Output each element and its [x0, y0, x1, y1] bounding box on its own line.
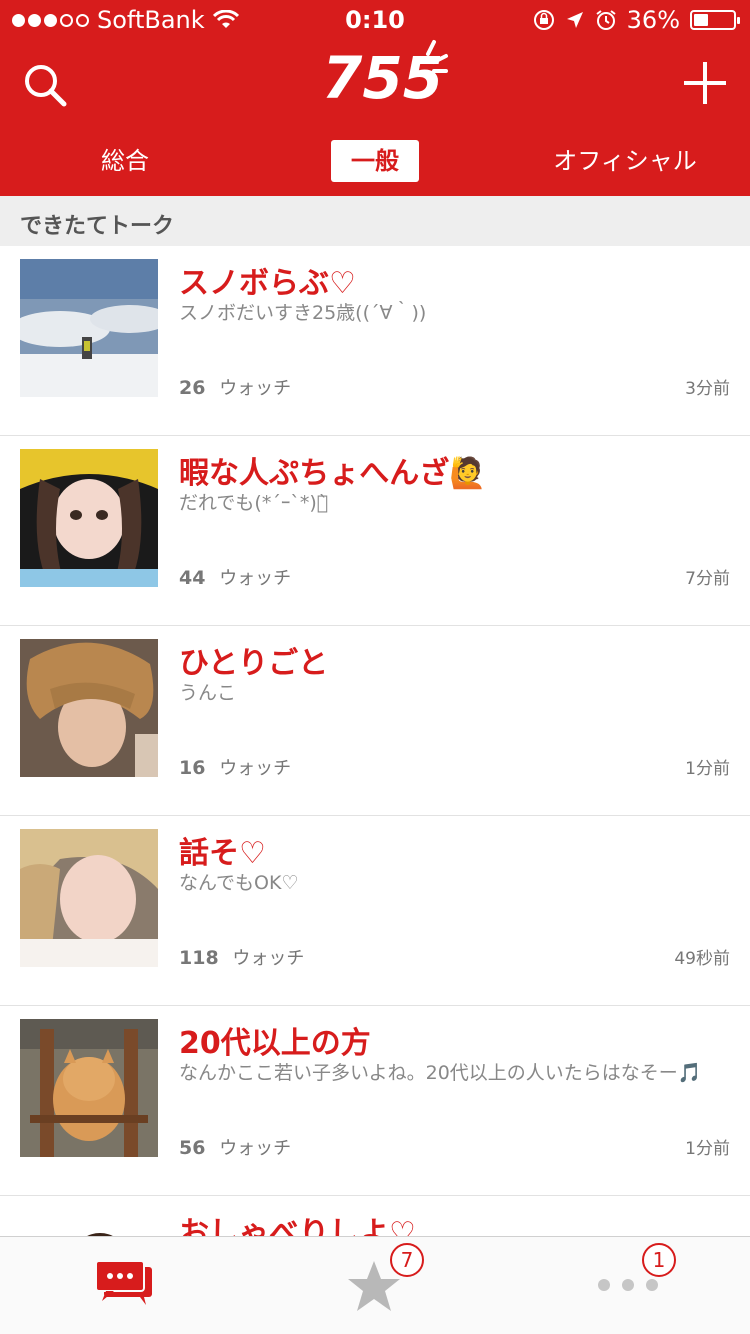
watch-count: 26 ウォッチ [179, 374, 291, 400]
more-dots-icon [598, 1279, 658, 1291]
talk-description: スノボだいすき25歳((´∀｀)) [179, 302, 427, 324]
talk-thumbnail [20, 449, 158, 587]
talk-title: 暇な人ぷちょへんざ🙋 [179, 456, 487, 491]
rotation-lock-icon [533, 10, 554, 30]
talk-timestamp: 7分前 [685, 569, 730, 589]
talk-thumbnail [20, 259, 158, 397]
watch-count: 16 ウォッチ [179, 754, 291, 780]
watch-label: ウォッチ [219, 1138, 292, 1159]
watch-label: ウォッチ [232, 948, 305, 969]
tab-favorites[interactable]: 7 [320, 1237, 430, 1334]
watch-count: 44 ウォッチ [179, 564, 291, 590]
watch-label: ウォッチ [219, 378, 292, 399]
watch-label: ウォッチ [219, 758, 292, 779]
category-tabs: 総合 一般 オフィシャル [0, 140, 750, 184]
talk-description: だれでも(*´ｰ`*)ง̀ [179, 492, 329, 514]
talk-title: スノボらぶ♡ [179, 266, 356, 301]
talk-title: 話そ♡ [179, 836, 266, 871]
watch-number: 26 [179, 377, 206, 399]
talk-title: 20代以上の方 [179, 1026, 371, 1061]
status-bar: SoftBank 0:10 36% [0, 0, 750, 40]
tab-official[interactable]: オフィシャル [540, 140, 710, 182]
app-header: SoftBank 0:10 36% 755 総合 一般 オフィシャル [0, 0, 750, 196]
talk-thumbnail [20, 639, 158, 777]
talk-timestamp: 1分前 [685, 1139, 730, 1159]
talk-row[interactable]: 話そ♡ なんでもOK♡ 118 ウォッチ 49秒前 [0, 816, 750, 1006]
battery-fill [694, 14, 708, 26]
talk-title: おしゃべりしよ♡ [179, 1216, 416, 1236]
watch-number: 44 [179, 567, 206, 589]
talk-timestamp: 3分前 [685, 379, 730, 399]
talk-row[interactable]: おしゃべりしよ♡ [0, 1196, 750, 1236]
talk-description: うんこ [179, 682, 237, 704]
app-logo: 755 [322, 38, 452, 114]
talk-timestamp: 1分前 [685, 759, 730, 779]
more-badge: 1 [642, 1243, 676, 1277]
tab-talks[interactable] [80, 1237, 180, 1334]
tab-general[interactable]: 一般 [331, 140, 419, 182]
watch-number: 118 [179, 947, 219, 969]
talk-description: なんでもOK♡ [179, 872, 299, 894]
talk-row[interactable]: スノボらぶ♡ スノボだいすき25歳((´∀｀)) 26 ウォッチ 3分前 [0, 246, 750, 436]
talk-thumbnail [20, 829, 158, 967]
section-header: できたてトーク [0, 196, 750, 246]
watch-number: 56 [179, 1137, 206, 1159]
talk-title: ひとりごと [179, 646, 329, 681]
talk-list[interactable]: スノボらぶ♡ スノボだいすき25歳((´∀｀)) 26 ウォッチ 3分前 暇な人… [0, 246, 750, 1236]
alarm-icon [596, 10, 616, 30]
logo-sparkle-icon [426, 40, 448, 73]
add-talk-button[interactable] [684, 62, 726, 104]
talk-row[interactable]: 20代以上の方 なんかここ若い子多いよね。20代以上の人いたらはなそー🎵 56 … [0, 1006, 750, 1196]
location-arrow-icon [566, 12, 583, 28]
search-button[interactable] [22, 62, 68, 108]
watch-number: 16 [179, 757, 206, 779]
chat-bubbles-icon [95, 1261, 152, 1305]
talk-thumbnail [20, 1019, 158, 1157]
talk-thumbnail [20, 1209, 158, 1236]
battery-icon [690, 10, 740, 30]
talk-row[interactable]: 暇な人ぷちょへんざ🙋 だれでも(*´ｰ`*)ง̀ 44 ウォッチ 7分前 [0, 436, 750, 626]
tab-more[interactable]: 1 [580, 1237, 690, 1334]
tab-general-overall[interactable]: 総合 [60, 140, 190, 182]
favorites-badge: 7 [390, 1243, 424, 1277]
section-title: できたてトーク [20, 214, 175, 239]
battery-percent: 36% [626, 6, 680, 34]
watch-count: 56 ウォッチ [179, 1134, 291, 1160]
watch-label: ウォッチ [219, 568, 292, 589]
talk-description: なんかここ若い子多いよね。20代以上の人いたらはなそー🎵 [179, 1062, 702, 1084]
bottom-tab-bar: 7 1 [0, 1236, 750, 1334]
talk-timestamp: 49秒前 [674, 949, 730, 969]
watch-count: 118 ウォッチ [179, 944, 304, 970]
talk-row[interactable]: ひとりごと うんこ 16 ウォッチ 1分前 [0, 626, 750, 816]
